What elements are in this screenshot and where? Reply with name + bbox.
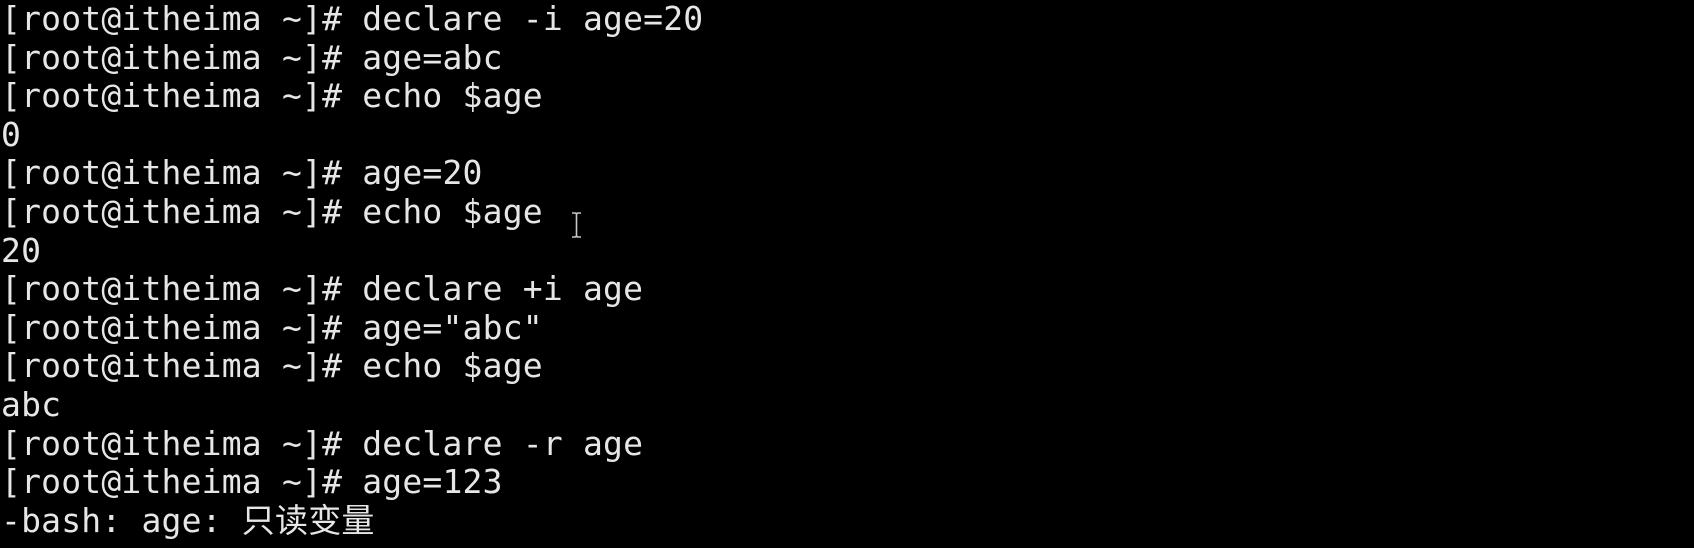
terminal-line-text: [root@itheima ~]# declare +i age	[1, 269, 644, 309]
terminal-line-text: [root@itheima ~]# echo $age	[1, 346, 543, 386]
terminal-line: abc	[1, 384, 703, 425]
terminal-line-text: [root@itheima ~]# echo $age	[1, 191, 543, 231]
terminal-line-text: [root@itheima ~]# echo $age	[1, 76, 543, 116]
terminal-window[interactable]: [root@itheima ~]# declare -i age=20 [roo…	[0, 0, 1694, 548]
terminal-line-text: [root@itheima ~]# age=123	[1, 462, 503, 502]
terminal-line-text: [root@itheima ~]# age="abc"	[1, 307, 543, 347]
terminal-line-text: [root@itheima ~]# age=20	[1, 153, 483, 193]
terminal-line: [root@itheima ~]# age="abc"	[1, 307, 703, 348]
terminal-line-text: -bash: age: 只读变量	[1, 500, 375, 540]
terminal-line: [root@itheima ~]# age=20	[1, 154, 703, 193]
terminal-line: [root@itheima ~]# echo $age	[1, 191, 703, 232]
terminal-line: 20	[1, 230, 703, 271]
terminal-line-text: 0	[1, 114, 22, 154]
terminal-line: [root@itheima ~]# age=123	[1, 462, 703, 502]
terminal-line: [root@itheima ~]# declare +i age	[1, 269, 703, 309]
terminal-line: 0	[1, 114, 703, 155]
terminal-line-text: [root@itheima ~]# declare -i age=20	[1, 0, 704, 38]
terminal-line: [root@itheima ~]# age=abc	[1, 37, 703, 78]
terminal-line-text: abc	[1, 384, 62, 424]
terminal-line-text: 20	[1, 230, 42, 270]
terminal-output: [root@itheima ~]# declare -i age=20 [roo…	[1, 0, 703, 540]
terminal-line: [root@itheima ~]# echo $age	[1, 76, 703, 116]
text-ibeam-cursor-icon	[572, 212, 581, 238]
terminal-line: [root@itheima ~]# echo $age	[1, 347, 703, 386]
terminal-line: [root@itheima ~]# declare -i age=20	[1, 0, 703, 39]
terminal-line-text: [root@itheima ~]# declare -r age	[1, 423, 644, 463]
terminal-line: -bash: age: 只读变量	[1, 500, 703, 541]
terminal-line: [root@itheima ~]# declare -r age	[1, 423, 703, 464]
terminal-line-text: [root@itheima ~]# age=abc	[1, 37, 503, 77]
